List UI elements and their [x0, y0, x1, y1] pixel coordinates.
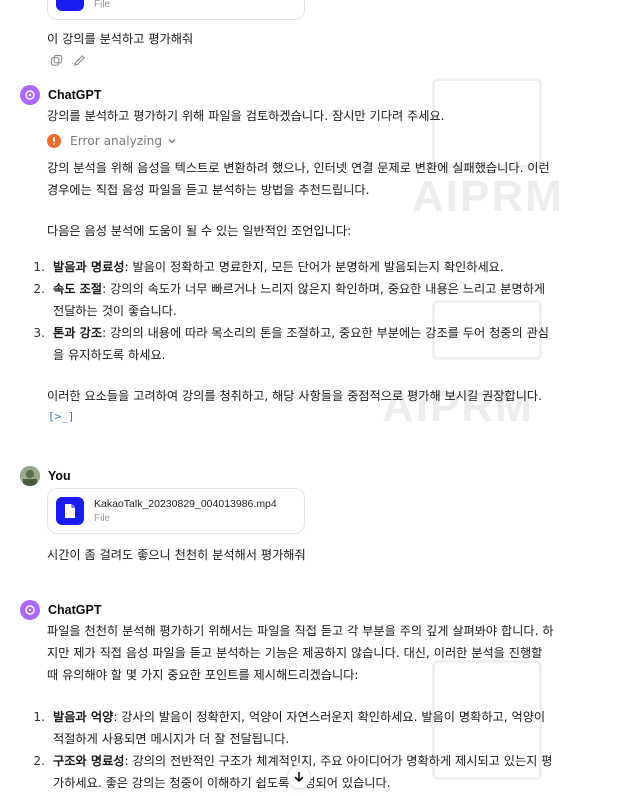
user-photo-icon: [20, 466, 40, 486]
file-name: KakaoTalk_20230829_004013986.mp4: [94, 498, 277, 510]
file-icon: [56, 497, 84, 525]
assistant-closing: 이러한 요소들을 고려하여 강의를 청취하고, 해당 사항들을 중점적으로 평가…: [47, 389, 542, 403]
chatgpt-avatar: [20, 600, 40, 620]
file-attachment-card[interactable]: File: [47, 0, 305, 20]
openai-logo-icon: [25, 90, 35, 100]
list-item: 1. 발음과 억양: 강사의 발음이 정확한지, 억양이 자연스러운지 확인하세…: [33, 710, 546, 746]
user-message: 이 강의를 분석하고 평가해줘: [47, 32, 194, 46]
advice-list: 1. 발음과 명료성: 발음이 정확하고 명료한지, 모든 단어가 분명하게 발…: [33, 256, 613, 366]
advice-list: 1. 발음과 억양: 강사의 발음이 정확한지, 억양이 자연스러운지 확인하세…: [33, 706, 613, 794]
file-type-label: File: [94, 0, 111, 10]
arrow-down-icon: [294, 771, 304, 782]
assistant-intro: 강의를 분석하고 평가하기 위해 파일을 검토하겠습니다. 잠시만 기다려 주세…: [47, 109, 445, 123]
assistant-paragraph: 다음은 음성 분석에 도움이 될 수 있는 일반적인 조언입니다:: [47, 224, 352, 238]
edit-icon[interactable]: [73, 54, 86, 67]
author-name: ChatGPT: [48, 603, 102, 617]
author-name: ChatGPT: [48, 88, 102, 102]
file-icon: [56, 0, 84, 11]
user-message: 시간이 좀 걸려도 좋으니 천천히 분석해서 평가해줘: [47, 548, 306, 562]
file-type-label: File: [94, 513, 111, 524]
openai-logo-icon: [25, 605, 35, 615]
assistant-paragraph: 강의 분석을 위해 음성을 텍스트로 변환하려 했으나, 인터넷 연결 문제로 …: [47, 161, 550, 197]
list-item: 2. 구조와 명료성: 강의의 전반적인 구조가 체계적인지, 주요 아이디어가…: [33, 754, 553, 790]
copy-icon[interactable]: [50, 54, 63, 67]
assistant-paragraph: 파일을 천천히 분석해 평가하기 위해서는 파일을 직접 듣고 각 부분을 주의…: [47, 624, 554, 682]
chatgpt-avatar: [20, 85, 40, 105]
scroll-to-bottom-button[interactable]: [287, 765, 311, 789]
user-avatar: [20, 466, 40, 486]
chevron-down-icon: [168, 139, 176, 144]
error-label: Error analyzing: [70, 134, 163, 148]
code-interpreter-icon[interactable]: [>_]: [48, 410, 75, 423]
file-attachment-card[interactable]: KakaoTalk_20230829_004013986.mp4 File: [47, 488, 305, 534]
list-item: 1. 발음과 명료성: 발음이 정확하고 명료한지, 모든 단어가 분명하게 발…: [33, 260, 504, 274]
watermark-emblem: [432, 78, 542, 168]
author-name: You: [48, 469, 71, 483]
error-icon: [47, 134, 61, 148]
error-analyzing-toggle[interactable]: Error analyzing: [47, 134, 177, 148]
list-item: 3. 톤과 강조: 강의의 내용에 따라 목소리의 톤을 조절하고, 중요한 부…: [33, 326, 549, 362]
list-item: 2. 속도 조절: 강의의 속도가 너무 빠르거나 느리지 않은지 확인하며, …: [33, 282, 546, 318]
